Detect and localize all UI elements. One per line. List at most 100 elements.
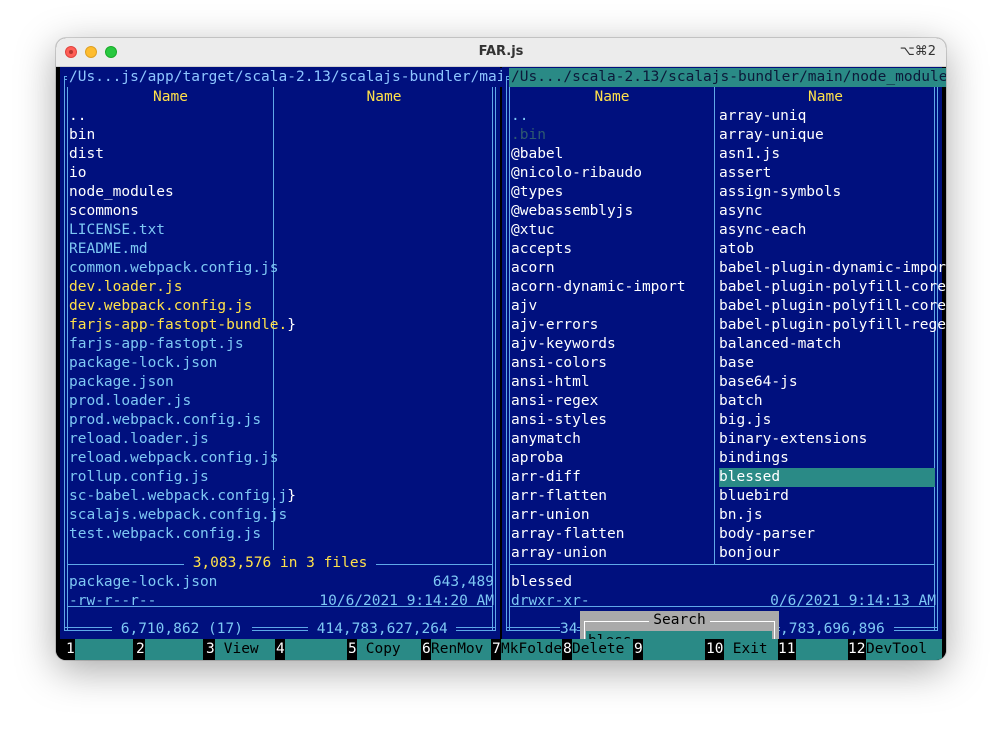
list-item[interactable]: ansi-colors — [511, 354, 714, 373]
function-key-f1[interactable]: 1 — [66, 639, 133, 660]
list-item[interactable]: array-union — [511, 544, 714, 563]
list-item[interactable]: io — [69, 164, 279, 183]
column-header[interactable]: Name — [68, 88, 273, 107]
list-item[interactable]: bonjour — [719, 544, 935, 563]
list-item[interactable]: ajv-keywords — [511, 335, 714, 354]
list-item[interactable]: @webassemblyjs — [511, 202, 714, 221]
list-item[interactable]: dev.webpack.config.js — [69, 297, 279, 316]
list-item[interactable]: .. — [511, 107, 714, 126]
list-item[interactable]: @types — [511, 183, 714, 202]
list-item[interactable]: async-each — [719, 221, 935, 240]
function-key-number: 11 — [778, 639, 796, 660]
list-item[interactable]: arr-union — [511, 506, 714, 525]
status-filename: blessed — [511, 574, 573, 590]
list-item[interactable]: @xtuc — [511, 221, 714, 240]
list-item[interactable]: dev.loader.js — [69, 278, 279, 297]
list-item[interactable]: babel-plugin-polyfill-corej} — [719, 297, 946, 316]
list-item[interactable]: rollup.config.js — [69, 468, 279, 487]
list-item[interactable]: anymatch — [511, 430, 714, 449]
function-key-f8[interactable]: 8 Delete — [563, 639, 633, 660]
list-item[interactable]: bindings — [719, 449, 935, 468]
list-item[interactable]: farjs-app-fastopt-bundle.} — [69, 316, 296, 335]
list-item[interactable]: array-unique — [719, 126, 935, 145]
list-item[interactable]: sc-babel.webpack.config.j} — [69, 487, 296, 506]
list-item[interactable]: arr-flatten — [511, 487, 714, 506]
list-item[interactable]: @nicolo-ribaudo — [511, 164, 714, 183]
list-item[interactable]: aproba — [511, 449, 714, 468]
panel-border-right — [492, 76, 496, 631]
list-item[interactable]: ajv-errors — [511, 316, 714, 335]
list-item[interactable]: async — [719, 202, 935, 221]
list-item[interactable]: node_modules — [69, 183, 279, 202]
list-item[interactable]: bin — [69, 126, 279, 145]
list-item[interactable]: ansi-styles — [511, 411, 714, 430]
list-item[interactable]: assign-symbols — [719, 183, 935, 202]
function-key-f11[interactable]: 11 — [778, 639, 856, 660]
list-item[interactable]: reload.loader.js — [69, 430, 279, 449]
list-item[interactable]: @babel — [511, 145, 714, 164]
list-item[interactable]: scommons — [69, 202, 279, 221]
list-item[interactable]: base — [719, 354, 935, 373]
list-item[interactable]: LICENSE.txt — [69, 221, 279, 240]
list-item[interactable]: reload.webpack.config.js — [69, 449, 279, 468]
list-item[interactable]: prod.loader.js — [69, 392, 279, 411]
function-key-f7[interactable]: 7 MkFolde — [492, 639, 562, 660]
list-item[interactable]: bluebird — [719, 487, 935, 506]
list-item[interactable]: ansi-regex — [511, 392, 714, 411]
column-header[interactable]: Name — [276, 88, 492, 107]
list-item[interactable]: asn1.js — [719, 145, 935, 164]
file-list[interactable]: array-uniq array-unique asn1.js assert assig… — [719, 107, 946, 563]
left-panel[interactable]: /Us...js/app/target/scala-2.13/scalajs-b… — [60, 67, 517, 639]
function-key-f6[interactable]: 6 RenMov — [422, 639, 491, 660]
list-item[interactable]: array-flatten — [511, 525, 714, 544]
list-item[interactable]: bn.js — [719, 506, 935, 525]
list-item[interactable]: README.md — [69, 240, 279, 259]
list-item[interactable]: binary-extensions — [719, 430, 935, 449]
function-key-f9[interactable]: 9 — [634, 639, 705, 660]
list-item[interactable]: atob — [719, 240, 935, 259]
list-item[interactable]: test.webpack.config.js — [69, 525, 279, 544]
function-key-f12[interactable]: 12 DevTool — [848, 639, 942, 660]
panel-path[interactable]: /Us...js/app/target/scala-2.13/scalajs-b… — [67, 68, 517, 87]
list-item[interactable]: arr-diff — [511, 468, 714, 487]
function-key-f4[interactable]: 4 — [276, 639, 347, 660]
column-header[interactable]: Name — [717, 88, 934, 107]
column-header[interactable]: Name — [510, 88, 714, 107]
list-item[interactable]: .. — [69, 107, 279, 126]
list-item[interactable]: common.webpack.config.js — [69, 259, 279, 278]
list-item[interactable]: big.js — [719, 411, 935, 430]
list-item[interactable]: acorn — [511, 259, 714, 278]
list-item[interactable]: assert — [719, 164, 935, 183]
panel-path[interactable]: /Us.../scala-2.13/scalajs-bundler/main/n… — [509, 68, 946, 87]
function-key-f3[interactable]: 3 View — [206, 639, 275, 660]
function-key-f10[interactable]: 10 Exit — [706, 639, 786, 660]
list-item[interactable]: package.json — [69, 373, 279, 392]
selected-list-item[interactable]: blessed — [719, 468, 935, 487]
list-item[interactable]: ajv — [511, 297, 714, 316]
list-item[interactable]: balanced-match — [719, 335, 935, 354]
list-item[interactable]: acorn-dynamic-import — [511, 278, 714, 297]
file-list[interactable]: .. .bin @babel @nicolo-ribaudo @types @webass… — [511, 107, 714, 563]
right-panel[interactable]: /Us.../scala-2.13/scalajs-bundler/main/n… — [502, 67, 946, 639]
list-item[interactable]: dist — [69, 145, 279, 164]
file-list[interactable]: .. bin dist io node_modules scommons LICENSE.t… — [69, 107, 296, 544]
list-item[interactable]: prod.webpack.config.js — [69, 411, 279, 430]
function-key-f5[interactable]: 5 Copy — [348, 639, 421, 660]
list-item[interactable]: body-parser — [719, 525, 935, 544]
function-key-label — [285, 639, 347, 660]
function-key-f2[interactable]: 2 — [136, 639, 203, 660]
list-item[interactable]: array-uniq — [719, 107, 935, 126]
status-filename: package-lock.json — [69, 574, 218, 590]
list-item[interactable]: babel-plugin-polyfill-regen} — [719, 316, 946, 335]
list-item[interactable]: base64-js — [719, 373, 935, 392]
list-item[interactable]: farjs-app-fastopt.js — [69, 335, 279, 354]
list-item[interactable]: package-lock.json — [69, 354, 279, 373]
list-item[interactable]: accepts — [511, 240, 714, 259]
list-item[interactable]: .bin — [511, 126, 714, 145]
list-item[interactable]: babel-plugin-dynamic-import} — [719, 259, 946, 278]
panel-free-space: 414,783,627,264 — [308, 620, 457, 639]
list-item[interactable]: scalajs.webpack.config.js — [69, 506, 287, 525]
list-item[interactable]: babel-plugin-polyfill-corej} — [719, 278, 946, 297]
list-item[interactable]: batch — [719, 392, 935, 411]
list-item[interactable]: ansi-html — [511, 373, 714, 392]
